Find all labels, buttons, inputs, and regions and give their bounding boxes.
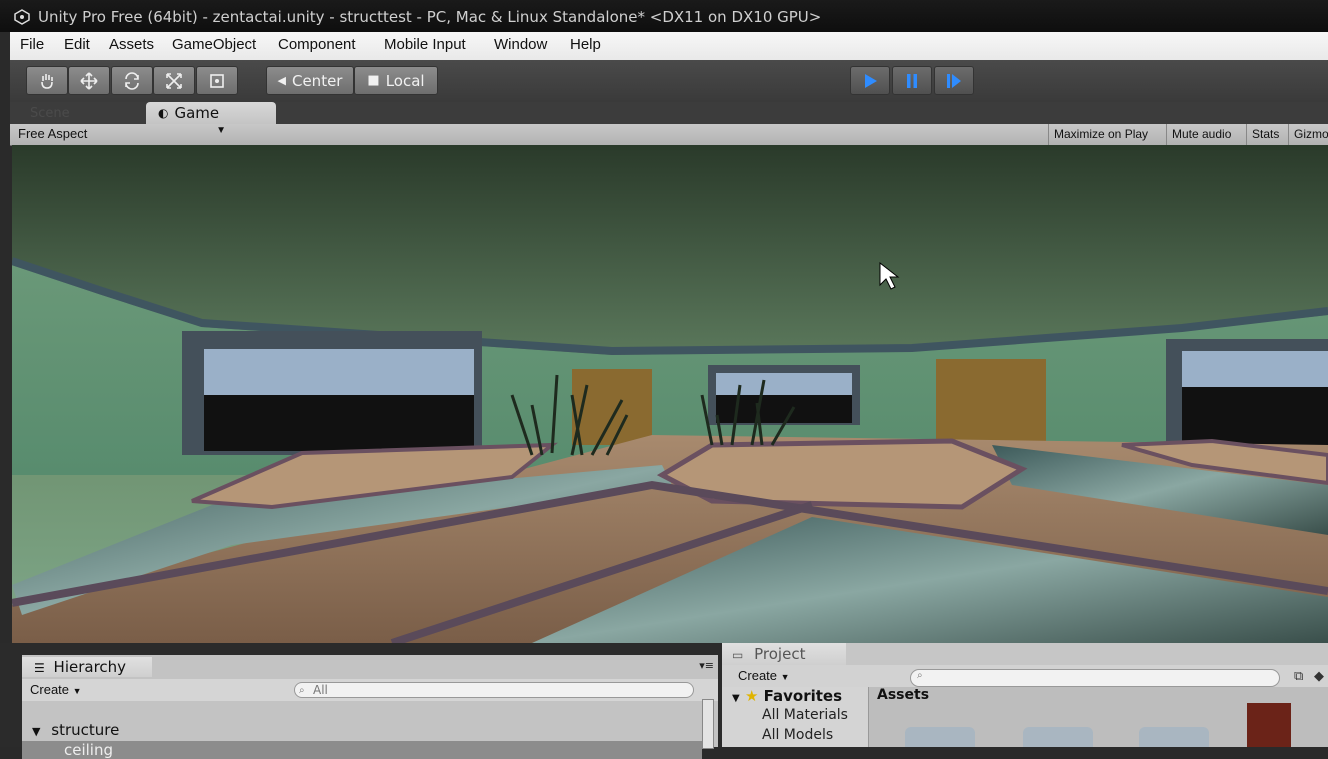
tab-game[interactable]: ◐ Game [146,102,276,124]
project-toolbar: Create ▼ ⌕ ⧉ ◆ [722,665,1328,687]
space-local-button[interactable]: ■ Local [354,66,438,95]
folder-icon[interactable] [905,727,975,747]
folder-icon[interactable] [1139,727,1209,747]
favorites-header[interactable]: ▼ ★ Favorites [732,687,842,705]
menu-window[interactable]: Window [494,36,547,53]
dropdown-arrow-icon: ▼ [216,125,226,136]
hierarchy-create-label: Create [30,682,70,697]
tab-project[interactable]: ▭ Project [722,643,846,665]
pause-icon [907,73,917,88]
favorites-label: Favorites [763,687,843,705]
hierarchy-panel: ☰ Hierarchy ▾≡ Create ▼ ⌕ All ▼ structur… [22,655,718,759]
aspect-dropdown[interactable]: Free Aspect ▼ [18,125,230,143]
rect-icon [210,73,224,88]
move-tool-button[interactable] [68,66,110,95]
assets-column: Assets [869,687,1328,747]
project-search-input[interactable]: ⌕ [910,669,1280,687]
hierarchy-item[interactable]: ▼ structure [22,721,702,739]
search-icon: ⌕ [917,670,923,681]
tab-hierarchy-label: Hierarchy [53,658,127,676]
hierarchy-toolbar: Create ▼ ⌕ All [22,679,718,701]
expand-arrow-icon: ▼ [732,693,740,704]
material-thumbnail[interactable] [1247,703,1291,747]
hierarchy-scrollbar[interactable] [702,699,714,749]
project-create-button[interactable]: Create ▼ [738,668,790,683]
pivot-center-button[interactable]: ◀ Center [266,66,354,95]
menu-help[interactable]: Help [570,36,601,53]
unity-logo-icon [14,9,30,25]
tab-project-label: Project [754,645,806,663]
search-icon: ⌕ [299,685,305,696]
menu-edit[interactable]: Edit [64,36,90,53]
gizmos-toggle[interactable]: Gizmos [1288,124,1328,145]
cube-icon: ■ [367,73,380,88]
menu-component[interactable]: Component [278,36,356,53]
assets-label: Assets [877,687,930,703]
maximize-on-play-toggle[interactable]: Maximize on Play [1048,124,1153,145]
filter-icon[interactable]: ⧉ [1294,669,1303,684]
folder-icon: ▭ [732,648,744,662]
tab-game-label: Game [174,104,220,122]
dropdown-arrow-icon: ▼ [72,686,82,696]
game-tab-icon: ◐ [158,106,169,120]
hand-tool-button[interactable] [26,66,68,95]
scene-render [12,145,1328,643]
bottom-panels: ☰ Hierarchy ▾≡ Create ▼ ⌕ All ▼ structur… [0,643,1328,759]
hand-icon [41,73,53,89]
step-icon [947,73,961,88]
scale-icon [166,72,182,89]
hierarchy-search-placeholder: All [313,683,328,697]
hierarchy-item-label: structure [51,721,120,739]
hierarchy-search-input[interactable]: ⌕ All [294,682,694,698]
play-button[interactable] [850,66,890,95]
rect-tool-button[interactable] [196,66,238,95]
tab-scene[interactable]: Scene [30,106,70,121]
project-panel: ▭ Project Create ▼ ⌕ ⧉ ◆ ▼ ★ Favorites A… [722,643,1328,747]
hierarchy-create-button[interactable]: Create ▼ [30,682,82,697]
favorite-all-models[interactable]: All Models [762,727,833,743]
menu-gameobject[interactable]: GameObject [172,36,256,53]
menu-assets[interactable]: Assets [109,36,154,53]
play-icon [865,73,877,88]
star-icon: ★ [744,687,759,705]
menu-mobile-input[interactable]: Mobile Input [384,36,466,53]
view-tab-row: Scene ◐ Game [10,102,1328,124]
stats-toggle[interactable]: Stats [1246,124,1284,145]
hierarchy-item-label: ceiling [64,741,114,759]
pivot-center-label: Center [291,71,343,90]
space-local-label: Local [385,71,425,90]
menu-file[interactable]: File [20,36,44,53]
label-icon[interactable]: ◆ [1314,669,1324,684]
folder-icon[interactable] [1023,727,1093,747]
game-viewport[interactable] [12,145,1328,643]
window-title: Unity Pro Free (64bit) - zentactai.unity… [38,8,822,26]
window-titlebar: Unity Pro Free (64bit) - zentactai.unity… [0,0,1328,32]
dropdown-arrow-icon: ▼ [780,672,790,682]
scale-tool-button[interactable] [153,66,195,95]
favorites-column: ▼ ★ Favorites All Materials All Models [722,687,869,747]
aspect-dropdown-label: Free Aspect [18,126,88,141]
project-create-label: Create [738,668,778,683]
pause-button[interactable] [892,66,932,95]
move-icon [80,71,98,90]
favorite-all-materials[interactable]: All Materials [762,707,848,723]
main-toolbar: ◀ Center ■ Local [10,60,1328,102]
rotate-tool-button[interactable] [111,66,153,95]
menu-bar: File Edit Assets GameObject Component Mo… [10,32,1328,61]
step-button[interactable] [934,66,974,95]
mute-audio-toggle[interactable]: Mute audio [1166,124,1236,145]
game-view-toolbar: Free Aspect ▼ Maximize on Play Mute audi… [10,124,1328,146]
list-icon: ☰ [34,661,45,675]
expand-arrow-icon: ▼ [32,725,41,738]
tab-hierarchy[interactable]: ☰ Hierarchy [22,657,152,677]
hierarchy-item-selected[interactable]: ceiling [22,741,702,759]
rotate-icon [125,71,139,90]
panel-menu-icon[interactable]: ▾≡ [699,659,714,672]
pivot-icon: ◀ [277,74,286,87]
